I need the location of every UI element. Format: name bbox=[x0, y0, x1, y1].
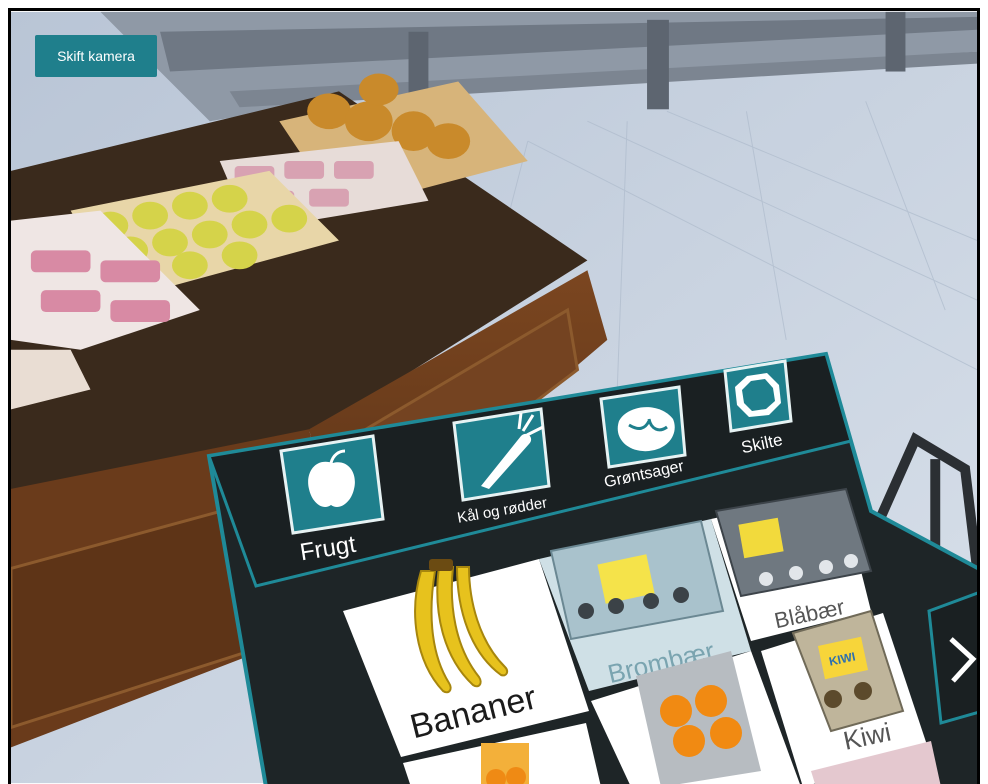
product-picker-panel: Frugt Kål og rødder Grøntsager Skilte Ba… bbox=[206, 351, 977, 784]
clementine-box-icon bbox=[481, 743, 529, 784]
game-viewport[interactable]: Skift kamera Frugt Kål og rødder Grøntsa… bbox=[8, 8, 980, 784]
tab-kal-og-rodder[interactable]: Kål og rødder bbox=[452, 407, 551, 527]
tab-grontsager[interactable]: Grøntsager bbox=[599, 385, 687, 491]
